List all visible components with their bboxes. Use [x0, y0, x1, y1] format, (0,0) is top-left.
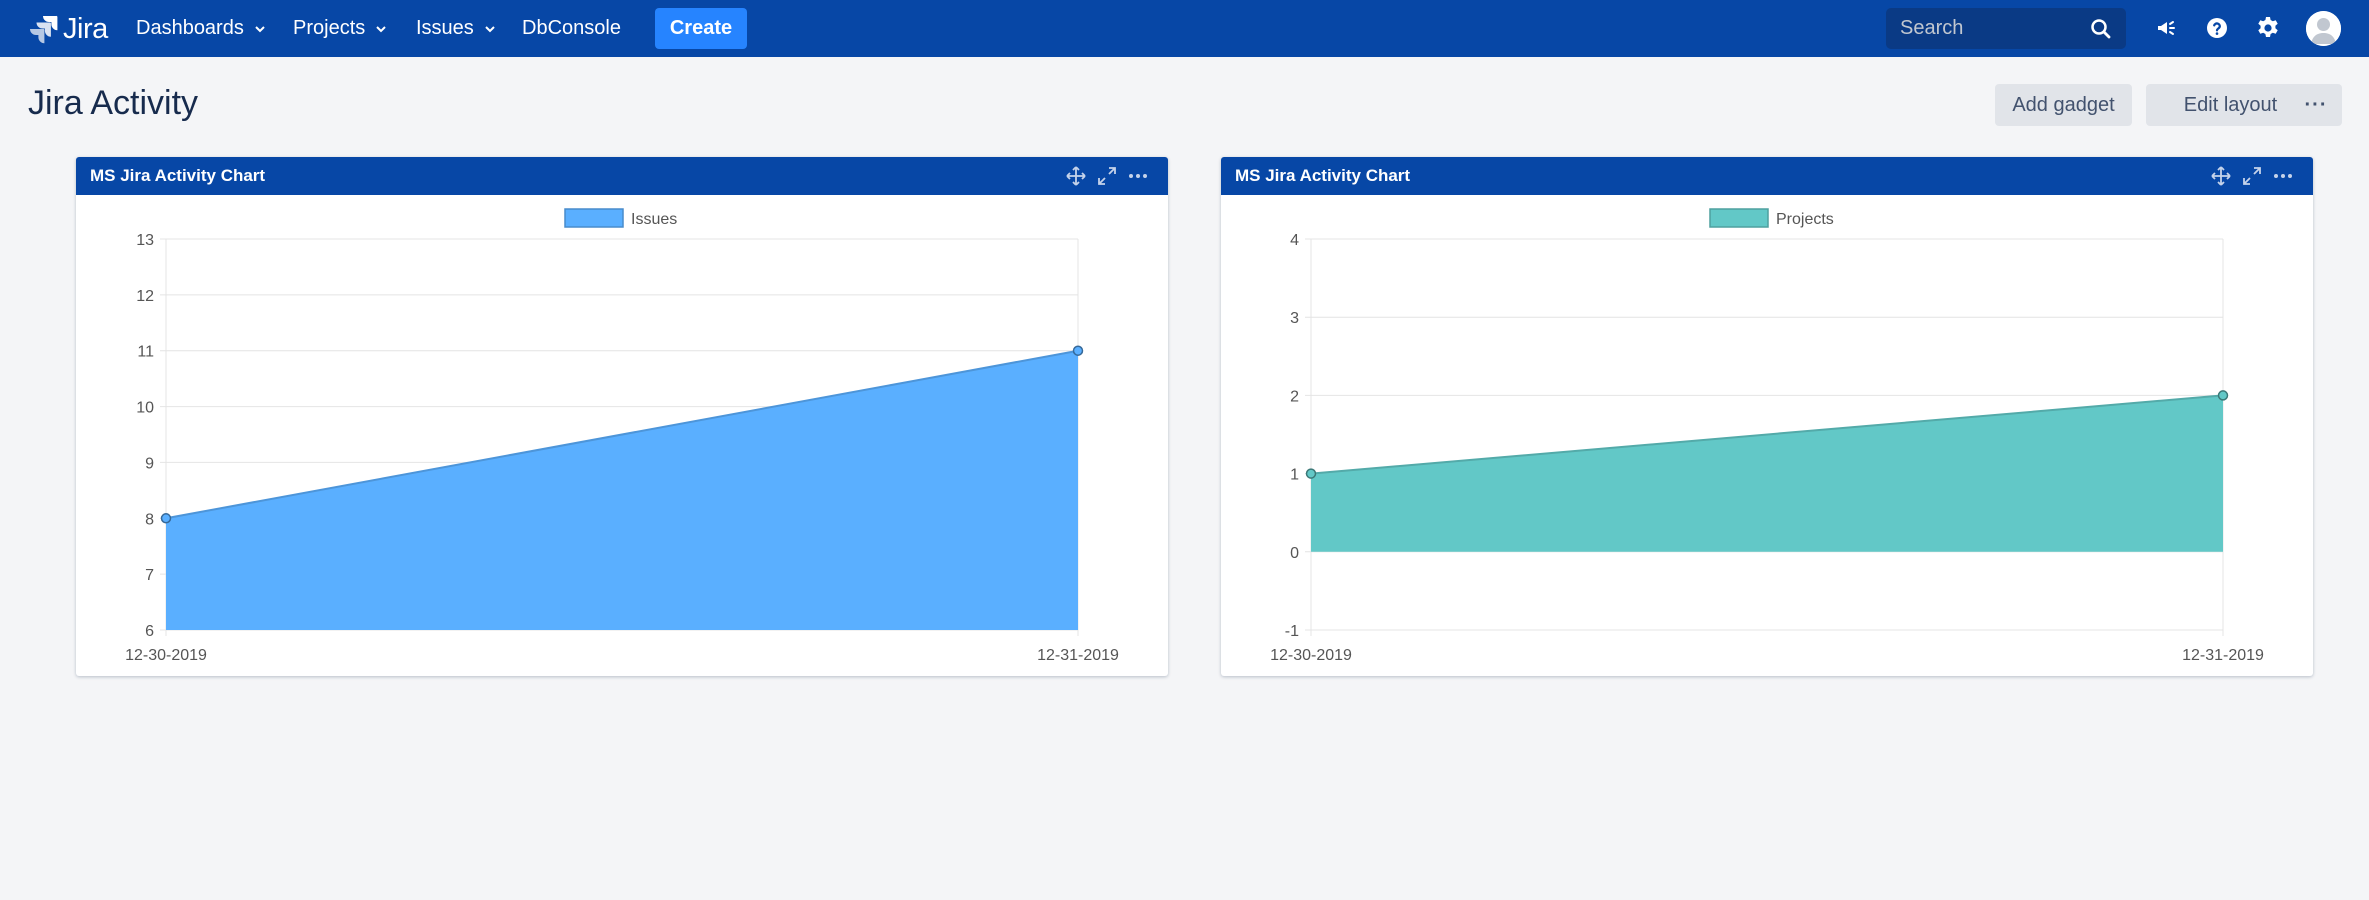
data-point [2217, 390, 2229, 401]
y-tick-label: 7 [145, 567, 154, 584]
y-tick-label: 4 [1290, 232, 1299, 249]
legend-label: Projects [1776, 211, 1834, 228]
chevron-down-icon [485, 25, 495, 32]
nav-projects-label: Projects [293, 17, 366, 39]
nav-issues[interactable]: Issues [416, 0, 496, 57]
legend-label: Issues [631, 211, 677, 228]
legend-swatch [564, 208, 624, 228]
gadget-title: MS Jira Activity Chart [1235, 166, 1411, 185]
x-tick-label: 12-31-2019 [2182, 647, 2264, 664]
move-icon[interactable] [1065, 165, 1086, 186]
y-tick-label: 13 [136, 232, 154, 249]
gadget-tools [1065, 165, 1148, 186]
expand-icon[interactable] [1096, 165, 1117, 186]
expand-icon[interactable] [2241, 165, 2262, 186]
gadget-tools [2210, 165, 2293, 186]
search-input[interactable] [1900, 17, 2080, 40]
y-tick-label: 12 [136, 288, 154, 305]
nav-dbconsole[interactable]: DbConsole [522, 0, 621, 57]
y-tick-label: 6 [145, 623, 154, 640]
series-area [166, 350, 1078, 630]
data-point [160, 513, 172, 524]
gear-icon[interactable] [2255, 15, 2281, 41]
more-icon[interactable] [2272, 165, 2293, 186]
top-navigation: Jira Dashboards Projects Issues DbConsol… [0, 0, 2369, 57]
chevron-down-icon [255, 25, 265, 32]
y-tick-label: 2 [1290, 388, 1299, 405]
y-tick-label: 10 [136, 400, 154, 417]
jira-logo-icon [30, 15, 58, 44]
y-tick-label: -1 [1285, 623, 1299, 640]
page-title: Jira Activity [28, 84, 199, 122]
y-tick-label: 8 [145, 511, 154, 528]
nav-dashboards-label: Dashboards [136, 17, 244, 39]
y-tick-label: 9 [145, 455, 154, 472]
data-point [1072, 345, 1084, 356]
help-icon[interactable] [2204, 15, 2230, 41]
x-tick-label: 12-30-2019 [125, 647, 207, 664]
y-tick-label: 1 [1290, 467, 1299, 484]
add-gadget-button[interactable]: Add gadget [1995, 84, 2132, 126]
nav-dashboards[interactable]: Dashboards [136, 0, 266, 57]
create-button[interactable]: Create [655, 8, 747, 49]
gadget-issues: MS Jira Activity Chart 6 7 8 9 10 11 12 13 12-30… [76, 157, 1168, 676]
data-point [1305, 468, 1317, 479]
gadget-title: MS Jira Activity Chart [90, 166, 266, 185]
y-tick-label: 11 [137, 344, 154, 361]
series-area [1311, 395, 2223, 552]
logo-text: Jira [63, 12, 108, 45]
gadget-header: MS Jira Activity Chart [76, 157, 1168, 195]
gadget-projects: MS Jira Activity Chart -1 0 1 2 3 4 12-30-2019… [1221, 157, 2313, 676]
jira-logo[interactable]: Jira [28, 12, 108, 45]
nav-issues-label: Issues [416, 17, 474, 39]
nav-dbconsole-label: DbConsole [522, 17, 621, 39]
y-tick-label: 3 [1290, 310, 1299, 327]
more-actions-button[interactable]: ··· [2290, 84, 2342, 126]
megaphone-icon[interactable] [2153, 15, 2179, 41]
x-tick-label: 12-30-2019 [1270, 647, 1352, 664]
move-icon[interactable] [2210, 165, 2231, 186]
chart-projects: -1 0 1 2 3 4 12-30-2019 12-31-2019 Projects [1270, 208, 2264, 664]
user-avatar-icon [2306, 11, 2341, 46]
search-box [1886, 8, 2126, 49]
search-icon[interactable] [2090, 18, 2112, 40]
gadget-header: MS Jira Activity Chart [1221, 157, 2313, 195]
avatar[interactable] [2306, 11, 2341, 46]
nav-projects[interactable]: Projects [293, 0, 387, 57]
y-tick-label: 0 [1290, 545, 1299, 562]
chevron-down-icon [376, 25, 386, 32]
x-tick-label: 12-31-2019 [1037, 647, 1119, 664]
chart-issues: 6 7 8 9 10 11 12 13 12-30-2019 12-31-2019 Issues [125, 208, 1119, 664]
legend-swatch [1709, 208, 1769, 228]
more-icon[interactable] [1127, 165, 1148, 186]
